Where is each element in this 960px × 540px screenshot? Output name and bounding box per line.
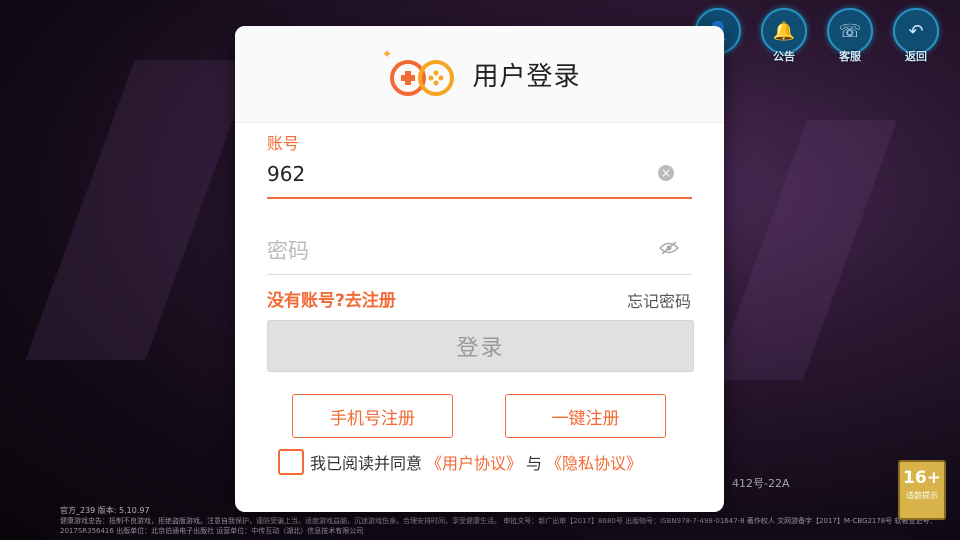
eye-hidden-icon[interactable] (659, 241, 679, 255)
login-button[interactable]: 登录 (267, 320, 694, 372)
announcement-label: 公告 (773, 50, 795, 63)
back-button[interactable]: ↶ 返回 (892, 8, 940, 64)
account-label: 账号 (267, 134, 300, 153)
user-agreement-link[interactable]: 《用户协议》 (426, 450, 522, 474)
dialog-header: ✦ ✦ 用户登录 (235, 26, 724, 123)
phone-register-button[interactable]: 手机号注册 (292, 394, 453, 438)
license-number: 412号-22A (732, 477, 790, 490)
svg-text:✦: ✦ (382, 47, 392, 61)
and-text: 与 (526, 454, 543, 473)
password-input[interactable] (267, 234, 647, 268)
dialog-title: 用户登录 (472, 61, 581, 92)
agree-text: 我已阅读并同意 (310, 454, 423, 473)
quick-register-button[interactable]: 一键注册 (505, 394, 666, 438)
age-rating: 16+ (903, 468, 941, 488)
customer-service-button[interactable]: ☏ 客服 (826, 8, 874, 64)
back-label: 返回 (905, 50, 927, 63)
age-tip: 适龄提示 (906, 491, 938, 500)
background-art (712, 120, 898, 380)
gamepad-logo-icon: ✦ ✦ (378, 44, 458, 104)
account-input[interactable] (267, 158, 657, 190)
agree-checkbox[interactable] (278, 449, 304, 475)
privacy-agreement-link[interactable]: 《隐私协议》 (546, 450, 642, 474)
forgot-password-link[interactable]: 忘记密码 (627, 288, 691, 312)
legal-notice: 健康游戏忠告：抵制不良游戏，拒绝盗版游戏。注意自我保护，谨防受骗上当。适度游戏益… (60, 517, 937, 535)
clear-icon[interactable]: × (658, 165, 674, 181)
password-underline (267, 274, 692, 275)
login-dialog: ✦ ✦ 用户登录 账号 × 没有账号?去注册 忘记密码 登录 手机号注册 一键注… (235, 26, 724, 512)
background-art (25, 60, 255, 360)
agreement-row: 我已阅读并同意 《用户协议》 与 《隐私协议》 (278, 449, 646, 475)
version-text: 官方_239 版本: 5.10.97 (60, 506, 150, 515)
announcement-button[interactable]: 🔔 公告 (760, 8, 808, 64)
top-toolbar: 👤 🔔 公告 ☏ 客服 ↶ 返回 (694, 8, 940, 64)
customer-service-label: 客服 (839, 50, 861, 63)
account-underline (267, 197, 692, 199)
age-rating-badge: 16+ 适龄提示 (898, 460, 946, 520)
register-link[interactable]: 没有账号?去注册 (267, 286, 396, 311)
